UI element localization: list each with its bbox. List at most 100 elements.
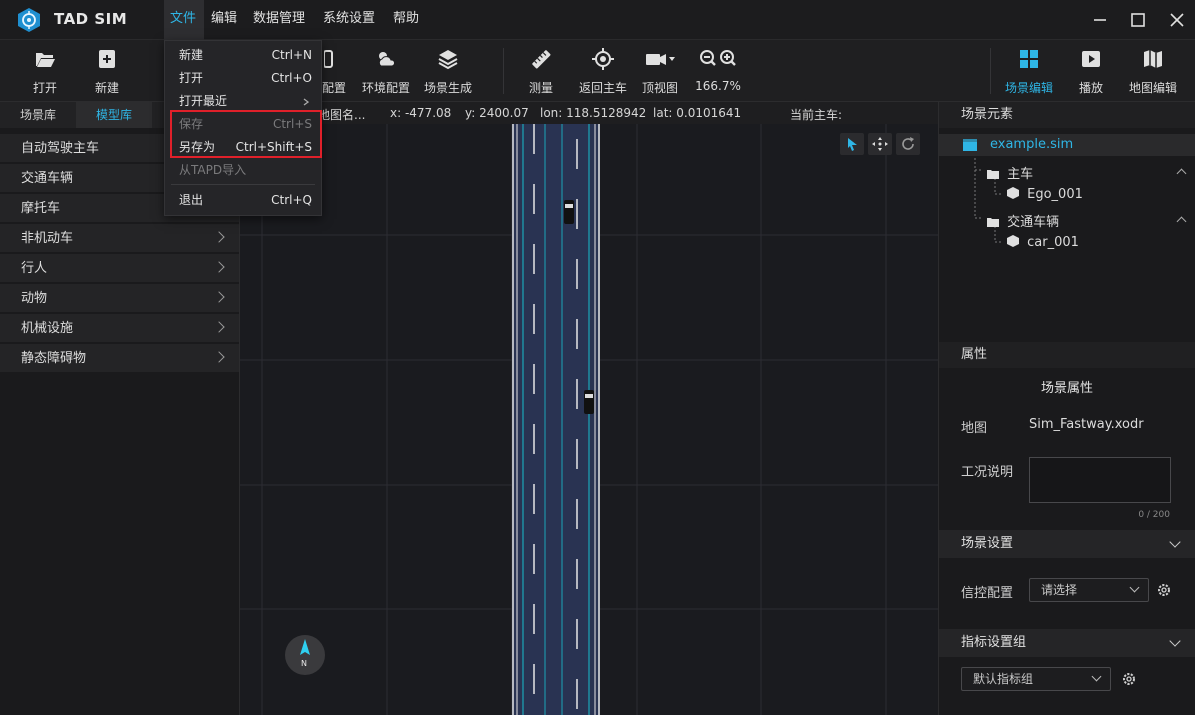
category-label: 非机动车 bbox=[21, 231, 74, 246]
chevron-down-icon bbox=[1169, 635, 1181, 647]
compass[interactable]: N bbox=[285, 635, 325, 675]
menu-separator bbox=[171, 184, 315, 185]
zoom-control[interactable]: 166.7% bbox=[692, 40, 744, 102]
category-animal[interactable]: 动物 bbox=[0, 284, 239, 313]
toolbar-divider bbox=[503, 48, 504, 94]
cube-icon bbox=[1007, 235, 1019, 247]
weather-icon bbox=[378, 52, 396, 67]
menu-item-label: 退出 bbox=[179, 193, 204, 207]
menu-edit[interactable]: 编辑 bbox=[211, 0, 237, 40]
scene-elements-header: 场景元素 bbox=[939, 102, 1195, 128]
scene-settings-section[interactable]: 场景设置 bbox=[939, 530, 1195, 558]
pan-tool-button[interactable] bbox=[868, 133, 892, 155]
tree-item-label: Ego_001 bbox=[1027, 187, 1083, 202]
description-char-counter: 0 / 200 bbox=[1138, 510, 1170, 520]
gear-icon[interactable] bbox=[1157, 583, 1171, 597]
environment-config-button[interactable]: 环境配置 bbox=[358, 40, 414, 102]
open-button[interactable]: 打开 bbox=[20, 40, 70, 102]
map-name-readout: 地图名... bbox=[318, 108, 366, 122]
select-tool-button[interactable] bbox=[840, 133, 864, 155]
cursor-icon bbox=[848, 138, 857, 151]
collapse-caret-icon[interactable] bbox=[1176, 168, 1187, 179]
map-label: 地图 bbox=[961, 421, 988, 436]
maximize-icon[interactable] bbox=[1126, 8, 1150, 32]
tree-item-car-001[interactable]: car_001 bbox=[1007, 235, 1079, 250]
environment-config-label: 环境配置 bbox=[361, 81, 410, 95]
new-button[interactable]: 新建 bbox=[82, 40, 132, 102]
metrics-group-section[interactable]: 指标设置组 bbox=[939, 629, 1195, 657]
gear-icon[interactable] bbox=[1122, 672, 1136, 686]
vehicle-ego-001 bbox=[564, 200, 574, 224]
tree-item-label: car_001 bbox=[1027, 235, 1079, 250]
new-label: 新建 bbox=[94, 81, 119, 95]
chevron-right-icon bbox=[213, 291, 225, 303]
tree-group-traffic[interactable]: 交通车辆 bbox=[987, 211, 1059, 230]
category-label: 自动驾驶主车 bbox=[21, 141, 100, 156]
category-label: 行人 bbox=[21, 261, 48, 276]
menu-item-shortcut: Ctrl+O bbox=[271, 71, 312, 85]
description-textarea[interactable] bbox=[1029, 457, 1171, 503]
tree-group-ego[interactable]: 主车 bbox=[987, 163, 1033, 182]
grid-layout-icon bbox=[1020, 50, 1038, 68]
map-viewport[interactable]: 地图名... x: -477.08 y: 2400.07 lon: 118.51… bbox=[240, 102, 938, 715]
open-label: 打开 bbox=[32, 81, 57, 95]
folder-open-icon bbox=[36, 53, 55, 67]
scene-edit-button[interactable]: 场景编辑 bbox=[1000, 40, 1058, 102]
measure-label: 测量 bbox=[528, 81, 553, 95]
clapperboard-icon bbox=[963, 139, 977, 151]
menu-file[interactable]: 文件 bbox=[164, 0, 204, 40]
close-icon[interactable] bbox=[1165, 8, 1189, 32]
ruler-icon bbox=[532, 50, 551, 69]
map-canvas[interactable] bbox=[240, 124, 938, 715]
chevron-down-icon bbox=[1091, 671, 1102, 682]
back-to-ego-button[interactable]: 返回主车 bbox=[575, 40, 631, 102]
menu-data-management[interactable]: 数据管理 bbox=[253, 0, 305, 40]
layers-icon bbox=[438, 50, 458, 70]
menu-help[interactable]: 帮助 bbox=[393, 0, 419, 40]
map-icon bbox=[1144, 50, 1162, 68]
metrics-group-select[interactable]: 默认指标组 bbox=[961, 667, 1111, 691]
signal-config-select[interactable]: 请选择 bbox=[1029, 578, 1149, 602]
menu-item-open[interactable]: 打开 Ctrl+O bbox=[165, 67, 321, 90]
crosshair-icon bbox=[592, 48, 614, 70]
minimize-icon[interactable] bbox=[1088, 8, 1112, 32]
section-title: 指标设置组 bbox=[961, 635, 1027, 650]
menu-item-shortcut: Ctrl+N bbox=[271, 48, 312, 62]
category-pedestrian[interactable]: 行人 bbox=[0, 254, 239, 283]
signal-config-placeholder: 请选择 bbox=[1041, 583, 1078, 597]
category-label: 动物 bbox=[21, 291, 48, 306]
tree-root-row[interactable]: example.sim bbox=[939, 134, 1195, 156]
category-machinery[interactable]: 机械设施 bbox=[0, 314, 239, 343]
tab-model-library[interactable]: 模型库 bbox=[76, 102, 152, 128]
menu-system-settings[interactable]: 系统设置 bbox=[323, 0, 375, 40]
menu-item-label: 新建 bbox=[179, 48, 204, 62]
chevron-right-icon bbox=[213, 351, 225, 363]
current-ego-readout: 当前主车: bbox=[790, 108, 843, 122]
collapse-caret-icon[interactable] bbox=[1176, 216, 1187, 227]
toolbar-divider-right bbox=[990, 48, 991, 94]
chevron-right-icon bbox=[213, 321, 225, 333]
category-label: 机械设施 bbox=[21, 321, 74, 336]
tab-scene-library[interactable]: 场景库 bbox=[0, 102, 76, 128]
category-static-obstacle[interactable]: 静态障碍物 bbox=[0, 344, 239, 373]
tree-item-ego-001[interactable]: Ego_001 bbox=[1007, 187, 1083, 202]
measure-button[interactable]: 测量 bbox=[520, 40, 562, 102]
config-icon bbox=[324, 50, 333, 68]
scene-file-name: example.sim bbox=[990, 137, 1074, 152]
menu-item-new[interactable]: 新建 Ctrl+N bbox=[165, 44, 321, 67]
zoom-in-out-icon bbox=[700, 50, 736, 66]
menu-item-import-tapd[interactable]: 从TAPD导入 bbox=[165, 159, 321, 182]
menu-item-exit[interactable]: 退出 Ctrl+Q bbox=[165, 189, 321, 212]
top-view-button[interactable]: 顶视图 bbox=[638, 40, 682, 102]
tree-group-label: 交通车辆 bbox=[1007, 215, 1060, 230]
menu-item-label: 打开 bbox=[179, 71, 204, 85]
play-button[interactable]: 播放 bbox=[1068, 40, 1114, 102]
map-edit-button[interactable]: 地图编辑 bbox=[1124, 40, 1182, 102]
rotate-tool-button[interactable] bbox=[896, 133, 920, 155]
properties-header: 属性 bbox=[939, 342, 1195, 368]
chevron-right-icon bbox=[213, 231, 225, 243]
category-non-motor-vehicle[interactable]: 非机动车 bbox=[0, 224, 239, 253]
scene-generation-button[interactable]: 场景生成 bbox=[420, 40, 476, 102]
chevron-down-icon bbox=[1169, 536, 1181, 548]
title-bar: TAD SIM 文件 编辑 数据管理 系统设置 帮助 bbox=[0, 0, 1195, 40]
